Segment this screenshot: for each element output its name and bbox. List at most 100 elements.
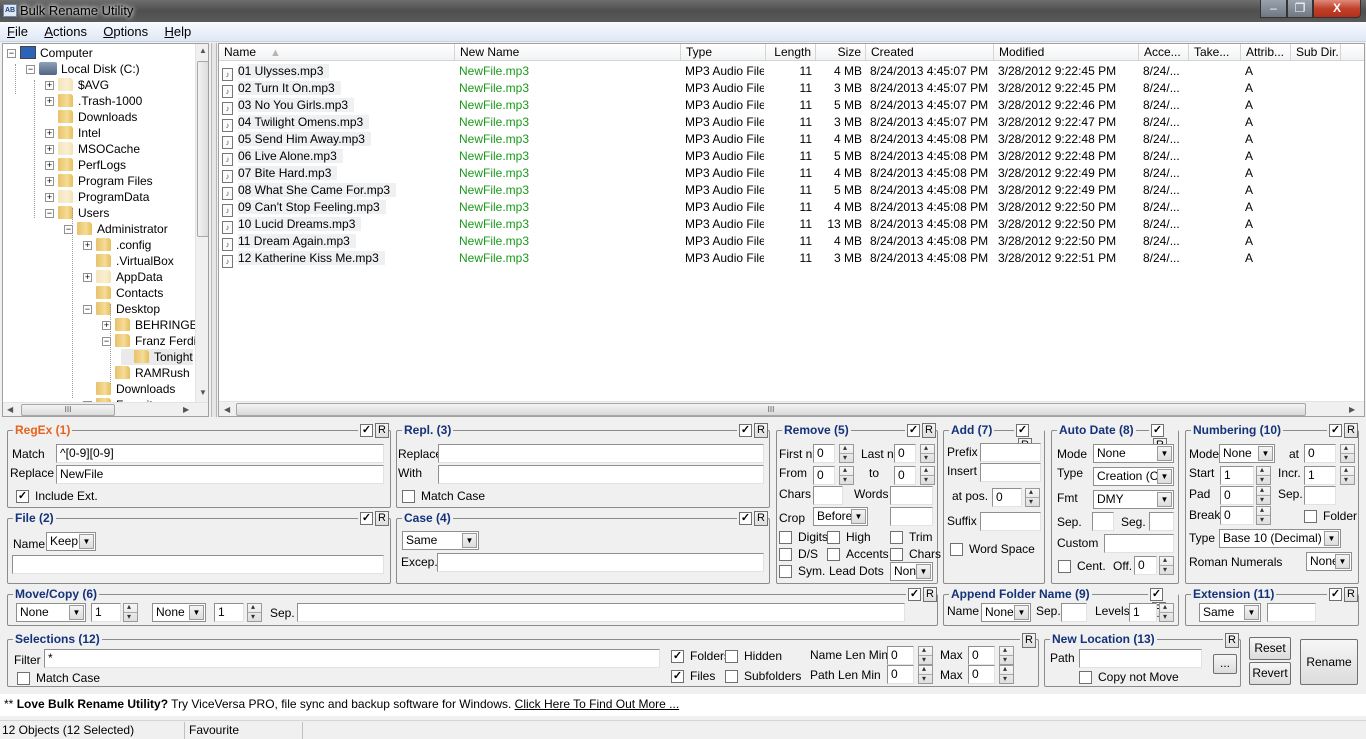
to-spinner[interactable]: [920, 465, 935, 485]
scroll-left-icon[interactable]: ◀: [7, 405, 13, 414]
accents-check[interactable]: [827, 548, 840, 562]
subfolders-check[interactable]: [725, 670, 738, 684]
move-copy-sep-input[interactable]: [297, 603, 905, 622]
path-len-min-spinner[interactable]: [918, 664, 933, 684]
file-name-input[interactable]: [12, 555, 384, 574]
expand-icon[interactable]: +: [45, 193, 54, 202]
trim-check[interactable]: [890, 531, 903, 545]
high-checkbox[interactable]: High: [827, 530, 871, 545]
hidden-checkbox[interactable]: Hidden: [725, 649, 782, 664]
folders-checkbox[interactable]: ✓ Folders: [671, 649, 730, 664]
file-row[interactable]: ♪ 05 Send Him Away.mp3 NewFile.mp3 MP3 Audi…: [219, 131, 1364, 149]
file-row[interactable]: ♪ 01 Ulysses.mp3 NewFile.mp3 MP3 Audio File…: [219, 63, 1364, 81]
tree-node[interactable]: + .config: [83, 237, 151, 253]
ds-checkbox[interactable]: D/S: [779, 547, 818, 562]
column-header-type[interactable]: Type: [681, 44, 766, 61]
tree-node[interactable]: .VirtualBox: [83, 253, 174, 269]
sym-checkbox[interactable]: Sym.: [779, 564, 825, 579]
tree-node[interactable]: − Administrator: [64, 221, 168, 237]
move-copy-mode2-dropdown[interactable]: None ▼: [152, 603, 206, 622]
num-incr-spinner[interactable]: [1340, 465, 1355, 485]
path-max-spinner[interactable]: [999, 664, 1014, 684]
date-off-spinner[interactable]: [1159, 555, 1174, 575]
collapse-icon[interactable]: −: [45, 209, 54, 218]
date-fmt-dropdown[interactable]: DMY ▼: [1093, 490, 1174, 509]
date-mode-dropdown[interactable]: None ▼: [1093, 444, 1174, 463]
last-n-spinner[interactable]: [920, 443, 935, 463]
new-location-reset-button[interactable]: R: [1225, 633, 1239, 649]
maximize-button[interactable]: ❐: [1287, 0, 1313, 18]
num-pad-spinner[interactable]: [1256, 485, 1271, 505]
browse-button[interactable]: ...: [1213, 654, 1237, 674]
column-header-length[interactable]: Length: [766, 44, 816, 61]
file-list[interactable]: Name ▲ New Name Type Length Size Created Modifi…: [218, 43, 1365, 417]
reset-button[interactable]: Reset: [1249, 637, 1291, 660]
copy-not-move-checkbox[interactable]: Copy not Move: [1079, 670, 1179, 685]
move-copy-count2-spinner[interactable]: [247, 602, 262, 622]
column-header-created[interactable]: Created: [866, 44, 994, 61]
move-copy-count2-input[interactable]: 1: [214, 603, 244, 622]
word-space-checkbox[interactable]: Word Space: [950, 542, 1035, 557]
cent-check[interactable]: [1058, 560, 1071, 574]
tree-node[interactable]: + Program Files: [45, 173, 153, 189]
file-row[interactable]: ♪ 10 Lucid Dreams.mp3 NewFile.mp3 MP3 Audio…: [219, 216, 1364, 234]
cent-checkbox[interactable]: Cent.: [1058, 559, 1106, 574]
selections-reset-button[interactable]: R: [1022, 633, 1036, 649]
tree-node[interactable]: + Intel: [45, 125, 101, 141]
copy-not-move-check[interactable]: [1079, 671, 1092, 685]
repl-with-input[interactable]: [438, 465, 764, 484]
date-sep-input[interactable]: [1092, 512, 1114, 531]
extension-reset-button[interactable]: R: [1344, 587, 1358, 603]
repl-match-case-check[interactable]: [402, 490, 415, 504]
collapse-icon[interactable]: −: [26, 65, 35, 74]
file-list-horizontal-thumb[interactable]: III: [236, 403, 1306, 416]
folder-tree[interactable]: − Computer − Local Disk (C:) + $AVG + .Trash-10…: [2, 43, 209, 417]
tree-vertical-thumb[interactable]: [197, 61, 208, 237]
num-mode-dropdown[interactable]: None ▼: [1219, 444, 1275, 463]
menu-actions[interactable]: Actions: [37, 22, 93, 39]
collapse-icon[interactable]: −: [7, 49, 16, 58]
file-row[interactable]: ♪ 08 What She Came For.mp3 NewFile.mp3 MP3 …: [219, 182, 1364, 200]
expand-icon[interactable]: +: [45, 81, 54, 90]
sel-match-case-check[interactable]: [17, 672, 30, 686]
crop-input[interactable]: [890, 507, 933, 526]
column-header-name[interactable]: Name ▲: [219, 44, 455, 61]
repl-match-case-checkbox[interactable]: Match Case: [402, 489, 485, 504]
files-check[interactable]: ✓: [671, 670, 684, 684]
chars-input[interactable]: [813, 486, 843, 505]
subfolders-checkbox[interactable]: Subfolders: [725, 669, 801, 684]
tree-node[interactable]: + PerfLogs: [45, 157, 126, 173]
tree-node[interactable]: + ProgramData: [45, 189, 149, 205]
remove-reset-button[interactable]: R: [922, 423, 936, 439]
menu-help[interactable]: Help: [157, 22, 197, 39]
num-pad-input[interactable]: 0: [1220, 486, 1254, 505]
tree-node[interactable]: − Users: [45, 205, 109, 221]
tree-node[interactable]: + MSOCache: [45, 141, 140, 157]
name-max-spinner[interactable]: [999, 645, 1014, 665]
num-at-input[interactable]: 0: [1304, 444, 1336, 463]
expand-icon[interactable]: +: [83, 241, 92, 250]
path-len-min-input[interactable]: 0: [887, 665, 914, 684]
tree-node[interactable]: + AppData: [83, 269, 163, 285]
case-mode-dropdown[interactable]: Same ▼: [402, 531, 479, 550]
suffix-input[interactable]: [980, 512, 1041, 531]
include-ext-check[interactable]: ✓: [16, 490, 29, 504]
add-enable-checkbox[interactable]: ✓: [1016, 424, 1029, 438]
tree-node[interactable]: + .Trash-1000: [45, 93, 142, 109]
path-max-input[interactable]: 0: [968, 665, 995, 684]
tree-node[interactable]: + $AVG: [45, 77, 109, 93]
last-n-input[interactable]: 0: [894, 444, 916, 463]
column-header-new-name[interactable]: New Name: [455, 44, 681, 61]
append-folder-enable-checkbox[interactable]: ✓: [1150, 588, 1163, 602]
tree-node[interactable]: + BEHRINGE: [102, 317, 198, 333]
num-break-spinner[interactable]: [1256, 505, 1271, 525]
lead-dots-dropdown[interactable]: Non ▼: [890, 562, 933, 581]
num-incr-input[interactable]: 1: [1304, 466, 1336, 485]
menu-options[interactable]: Options: [96, 22, 154, 39]
name-len-min-input[interactable]: 0: [887, 646, 914, 665]
column-header-subdir[interactable]: Sub Dir.: [1291, 44, 1341, 61]
tree-node[interactable]: − Franz Ferdir: [102, 333, 200, 349]
roman-numerals-dropdown[interactable]: None ▼: [1306, 552, 1352, 571]
numbering-enable-checkbox[interactable]: ✓: [1329, 424, 1342, 438]
expand-icon[interactable]: +: [45, 145, 54, 154]
